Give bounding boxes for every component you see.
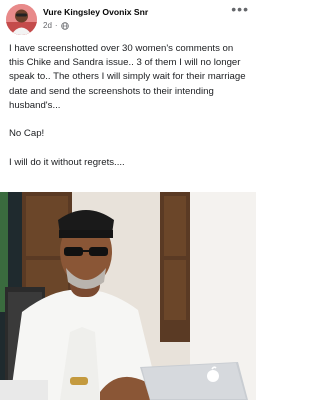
post-body: I have screenshotted over 30 women's com… [9,42,249,184]
post-paragraph-2: No Cap! [9,128,45,140]
more-options-icon[interactable]: ••• [231,2,249,16]
post-meta: 2d · [43,21,69,30]
post-timestamp[interactable]: 2d [43,21,52,30]
post-header: Vure Kingsley Ovonix Snr 2d · ••• [0,0,256,38]
dot-separator: · [54,21,58,30]
post-paragraph-3: I will do it without regrets.... [9,156,125,168]
avatar-image [6,4,37,35]
author-name[interactable]: Vure Kingsley Ovonix Snr [43,7,148,17]
post-paragraph-1: I have screenshotted over 30 women's com… [9,43,246,111]
post-photo[interactable] [0,192,256,400]
photo-image [0,192,256,400]
author-avatar[interactable] [6,4,37,35]
globe-icon[interactable] [60,21,69,30]
